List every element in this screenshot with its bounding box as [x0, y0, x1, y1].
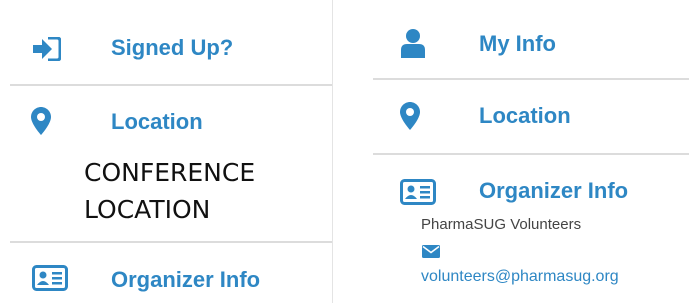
menu-label-location: Location [111, 109, 203, 134]
menu-label-organizer-info-right: Organizer Info [479, 178, 629, 203]
menu-item-organizer-info[interactable]: Organizer Info [0, 243, 332, 303]
menu-label-signed-up: Signed Up? [111, 35, 234, 60]
map-marker-icon [31, 107, 51, 135]
menu-label-my-info: My Info [479, 31, 556, 56]
menu-item-location-right[interactable]: Location [373, 80, 689, 153]
organizer-name: PharmaSUG Volunteers [421, 216, 582, 233]
id-card-icon [32, 265, 68, 291]
user-icon [401, 29, 425, 58]
location-text-line1: CONFERENCE [84, 158, 256, 187]
left-menu-panel: Signed Up? Location CONFERENCE LOCATION … [0, 0, 332, 303]
menu-item-signed-up[interactable]: Signed Up? [0, 0, 332, 84]
envelope-icon [422, 245, 440, 258]
right-menu-panel: My Info Location Organizer Info PharmaSU… [373, 0, 689, 303]
menu-item-location[interactable]: Location CONFERENCE LOCATION [0, 86, 332, 241]
location-text: CONFERENCE LOCATION [84, 154, 255, 228]
organizer-email-link[interactable]: volunteers@pharmasug.org [421, 267, 619, 287]
sign-in-icon [33, 37, 61, 61]
menu-label-location-right: Location [479, 103, 571, 128]
id-card-icon [400, 179, 436, 205]
panel-separator [332, 0, 333, 303]
menu-label-organizer-info: Organizer Info [111, 267, 261, 292]
location-text-line2: LOCATION [84, 195, 211, 224]
menu-item-organizer-info-right[interactable]: Organizer Info PharmaSUG Volunteers volu… [373, 155, 689, 303]
map-marker-icon [400, 102, 420, 130]
menu-item-my-info[interactable]: My Info [373, 0, 689, 78]
